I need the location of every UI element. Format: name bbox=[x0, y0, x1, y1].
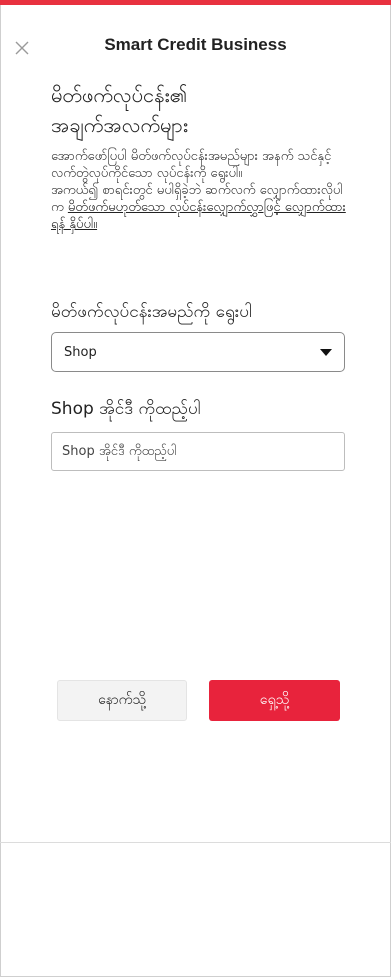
app-frame bbox=[0, 0, 391, 977]
partner-select-value: Shop bbox=[64, 344, 97, 360]
shop-id-label: Shop အိုင်ဒီ ကိုထည့်ပါ bbox=[51, 399, 201, 419]
back-button[interactable]: နောက်သို့ bbox=[57, 680, 187, 721]
page-heading-line1: မိတ်ဖက်လုပ်ငန်း၏ bbox=[51, 83, 188, 107]
partner-select[interactable]: Shop bbox=[51, 332, 345, 372]
app-title: Smart Credit Business bbox=[104, 35, 287, 54]
non-partner-apply-link[interactable]: မိတ်ဖက်မဟုတ်သော လုပ်ငန်းလျှောက်လွှာဖြင့်… bbox=[51, 200, 346, 232]
partner-select-label: မိတ်ဖက်လုပ်ငန်းအမည်ကို ရွေးပါ bbox=[51, 302, 252, 322]
header: Smart Credit Business bbox=[0, 22, 391, 62]
page-heading-line2: အချက်အလက်များ bbox=[51, 113, 188, 137]
next-button[interactable]: ရှေ့သို့ bbox=[209, 680, 340, 721]
bottom-divider bbox=[0, 842, 391, 843]
description-main: အောက်ဖော်ပြပါ မိတ်ဖက်လုပ်ငန်းအမည်များ အန… bbox=[51, 149, 332, 181]
shop-id-input[interactable] bbox=[51, 432, 345, 471]
description: အောက်ဖော်ပြပါ မိတ်ဖက်လုပ်ငန်းအမည်များ အန… bbox=[51, 148, 351, 233]
caret-down-icon bbox=[320, 348, 332, 356]
page-heading: မိတ်ဖက်လုပ်ငန်း၏ အချက်အလက်များ bbox=[51, 80, 351, 140]
top-accent-bar bbox=[0, 0, 391, 5]
